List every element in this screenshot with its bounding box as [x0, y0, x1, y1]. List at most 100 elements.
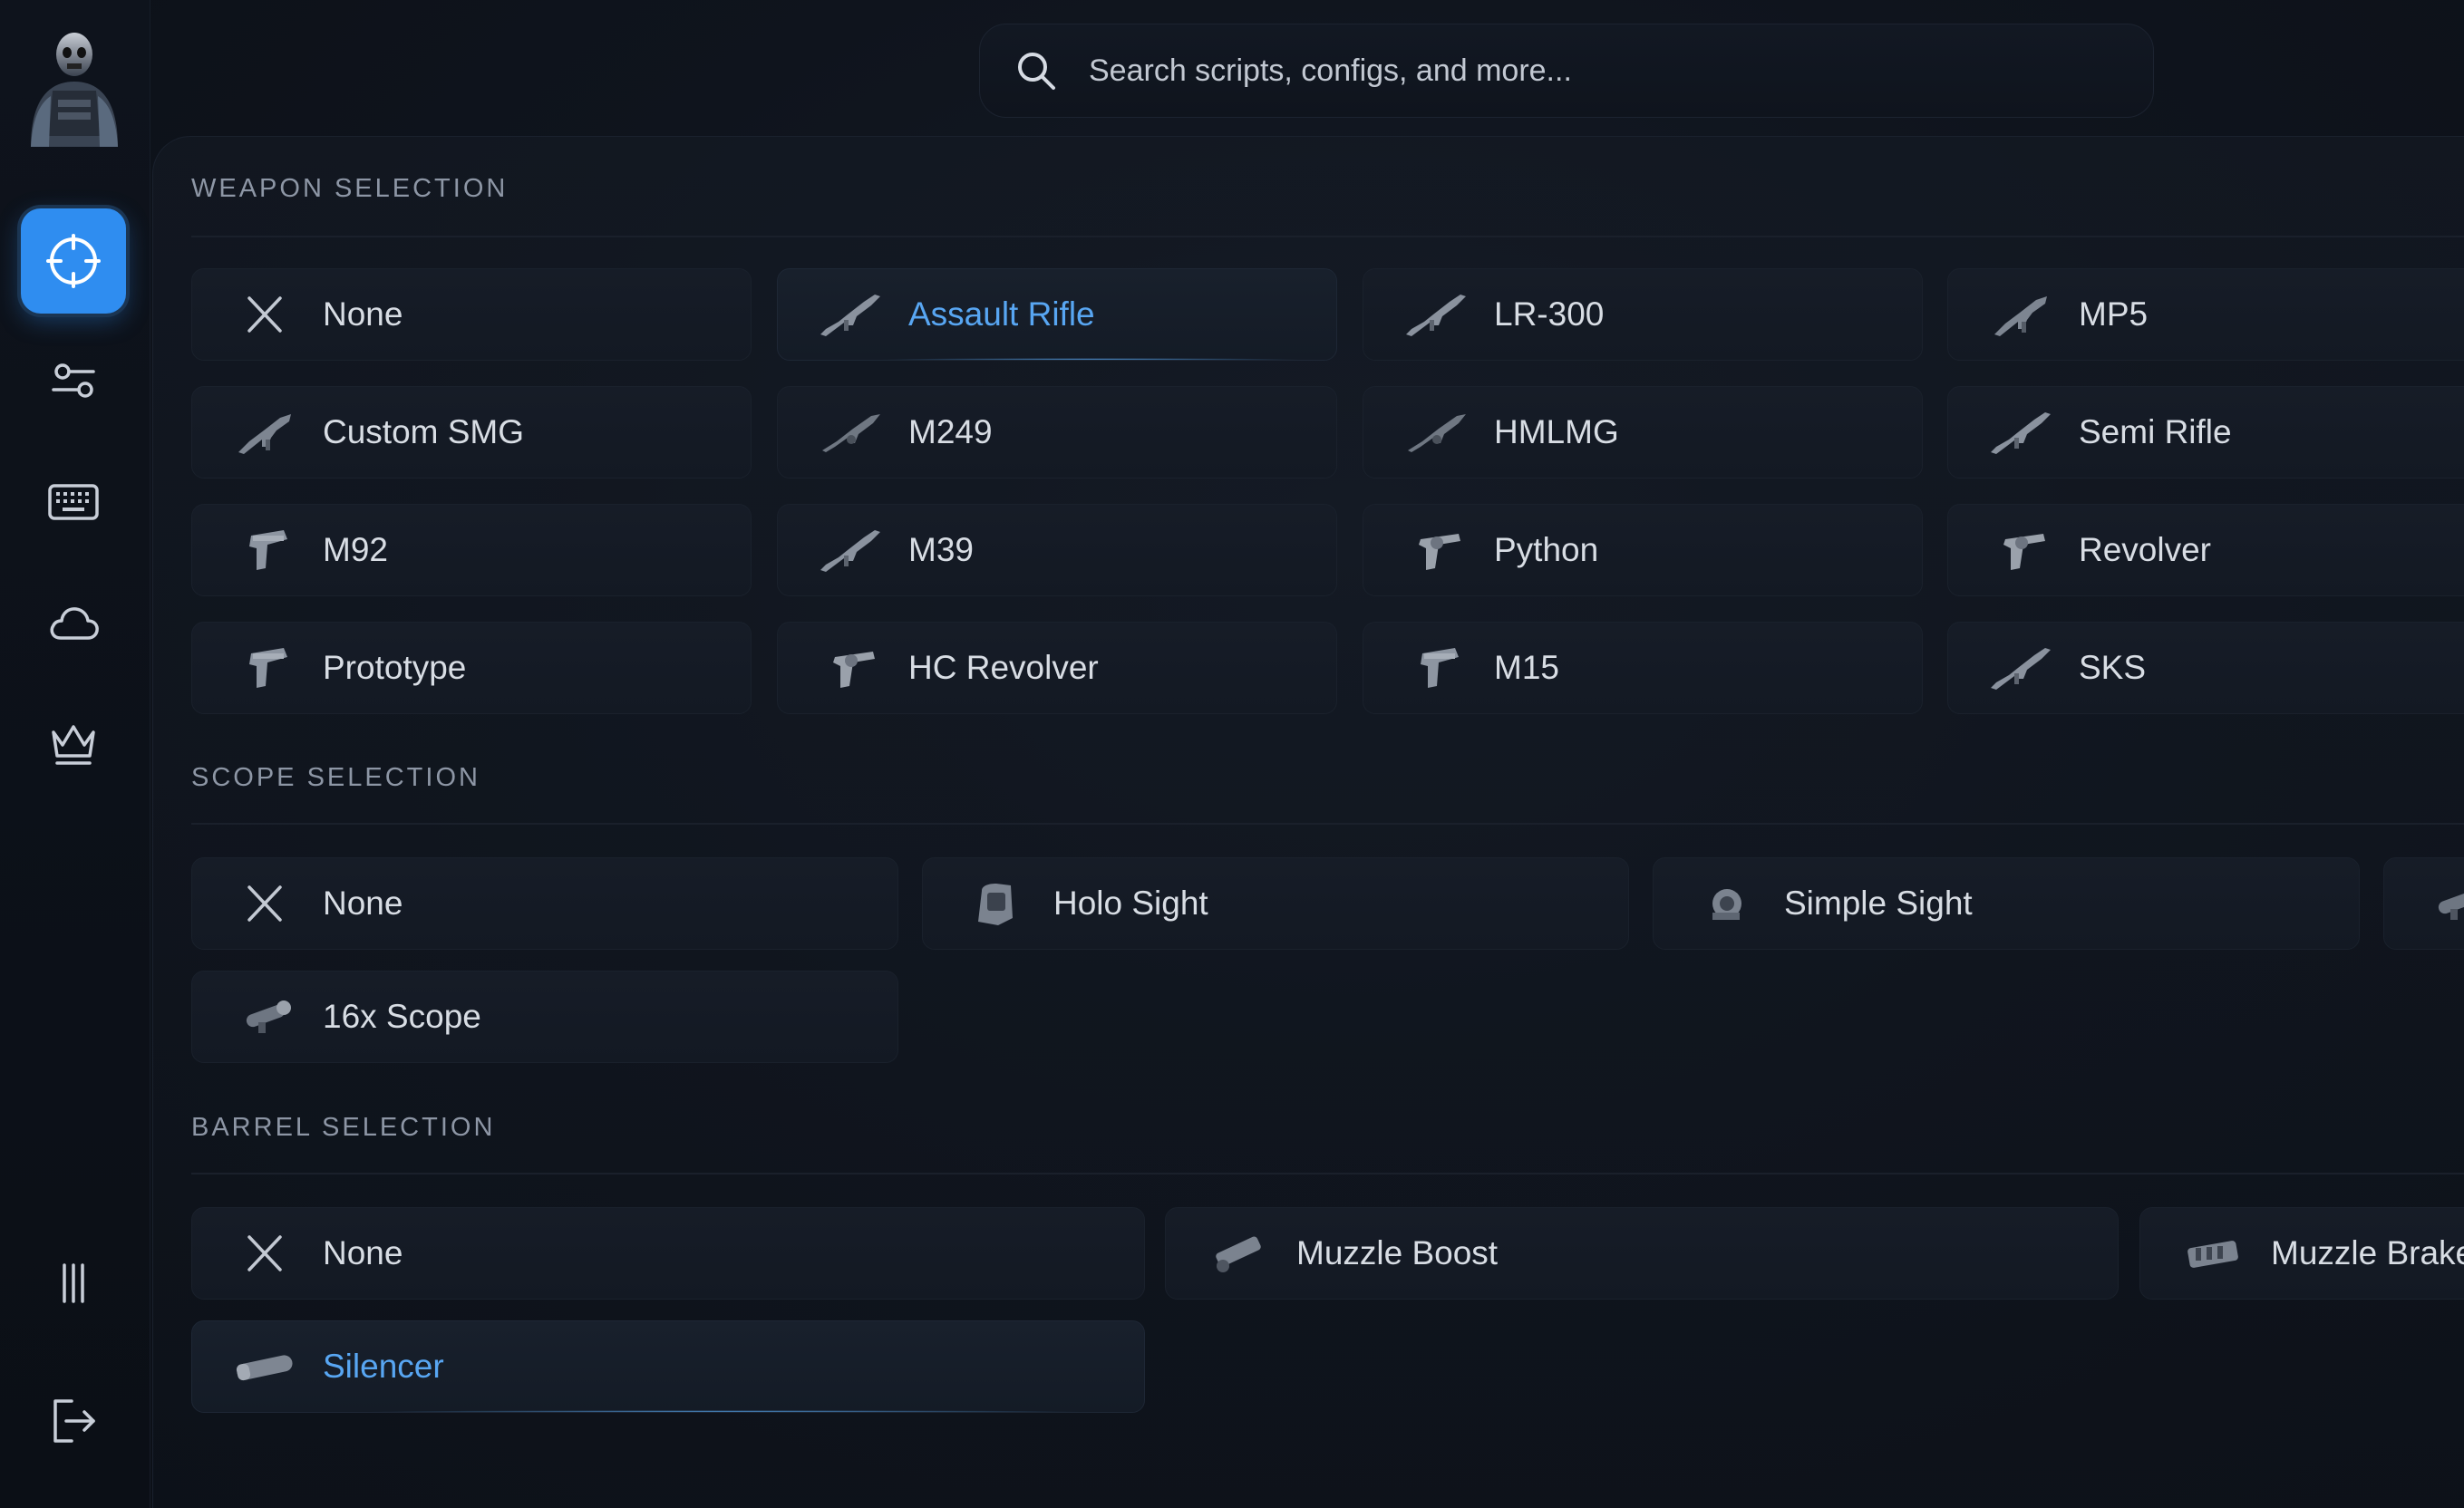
- nav-premium-button[interactable]: [21, 691, 126, 796]
- option-label: Silencer: [323, 1348, 444, 1385]
- scope-section-title: SCOPE SELECTION: [191, 763, 480, 792]
- pistol-icon: [1400, 641, 1472, 695]
- revolver-icon: [1984, 523, 2057, 577]
- close-icon: [228, 876, 301, 931]
- option-label: None: [323, 884, 403, 922]
- option-label: M39: [908, 531, 974, 568]
- sliders-icon: [52, 363, 95, 398]
- option-sks[interactable]: SKS: [1947, 622, 2464, 714]
- option-label: None: [323, 1234, 403, 1271]
- option-m92[interactable]: M92: [191, 504, 752, 596]
- option-label: Custom SMG: [323, 413, 525, 450]
- smg-icon: [228, 405, 301, 459]
- silencer-icon: [228, 1339, 301, 1394]
- option-label: Revolver: [2079, 531, 2211, 568]
- close-icon: [228, 287, 301, 342]
- option-assault-rifle[interactable]: Assault Rifle: [777, 268, 1337, 361]
- option-label: Muzzle Brake: [2271, 1234, 2464, 1271]
- option-revolver[interactable]: Revolver: [1947, 504, 2464, 596]
- muzzle-brake-icon: [2177, 1226, 2249, 1281]
- nav-aim-button[interactable]: [21, 208, 126, 314]
- option-16x-scope[interactable]: 16x Scope: [191, 971, 898, 1063]
- option-partial[interactable]: [2383, 857, 2464, 950]
- option-lr-300[interactable]: LR-300: [1363, 268, 1923, 361]
- option-none[interactable]: None: [191, 268, 752, 361]
- search-bar[interactable]: [979, 24, 2154, 118]
- divider: [191, 823, 2464, 825]
- option-label: HMLMG: [1494, 413, 1619, 450]
- revolver-icon: [1400, 523, 1472, 577]
- option-label: 16x Scope: [323, 998, 481, 1035]
- rifle-icon: [814, 287, 887, 342]
- simple-sight-icon: [1690, 876, 1762, 931]
- lmg-icon: [814, 405, 887, 459]
- option-label: M249: [908, 413, 993, 450]
- option-label: M15: [1494, 649, 1559, 686]
- option-label: Holo Sight: [1053, 884, 1208, 922]
- menu-bars-icon: [63, 1263, 84, 1303]
- weapon-section-title: WEAPON SELECTION: [191, 174, 509, 203]
- app-window: WEAPON SELECTION None Assault Rifle LR-300…: [0, 0, 2464, 1508]
- option-label: Assault Rifle: [908, 295, 1095, 333]
- close-icon: [228, 1226, 301, 1281]
- nav-settings-button[interactable]: [21, 328, 126, 433]
- nav-menu-button[interactable]: [21, 1231, 126, 1336]
- option-label: LR-300: [1494, 295, 1605, 333]
- option-label: Semi Rifle: [2079, 413, 2232, 450]
- barrel-section-title: BARREL SELECTION: [191, 1113, 496, 1142]
- option-m249[interactable]: M249: [777, 386, 1337, 478]
- option-semi-rifle[interactable]: Semi Rifle: [1947, 386, 2464, 478]
- option-m39[interactable]: M39: [777, 504, 1337, 596]
- option-custom-smg[interactable]: Custom SMG: [191, 386, 752, 478]
- rifle-icon: [1984, 405, 2057, 459]
- option-hc-revolver[interactable]: HC Revolver: [777, 622, 1337, 714]
- logout-button[interactable]: [21, 1368, 126, 1474]
- option-none[interactable]: None: [191, 857, 898, 950]
- option-muzzle-brake[interactable]: Muzzle Brake: [2139, 1207, 2464, 1300]
- cloud-icon: [50, 607, 99, 640]
- smg-icon: [1984, 287, 2057, 342]
- crown-icon: [52, 725, 95, 765]
- avatar[interactable]: [22, 27, 127, 147]
- option-simple-sight[interactable]: Simple Sight: [1653, 857, 2360, 950]
- option-label: MP5: [2079, 295, 2149, 333]
- nav-keybinds-button[interactable]: [21, 450, 126, 555]
- scope-icon: [228, 990, 301, 1044]
- option-label: Muzzle Boost: [1296, 1234, 1499, 1271]
- option-silencer[interactable]: Silencer: [191, 1320, 1145, 1413]
- rifle-icon: [1984, 641, 2057, 695]
- option-none[interactable]: None: [191, 1207, 1145, 1300]
- option-label: Simple Sight: [1784, 884, 1973, 922]
- rifle-icon: [814, 523, 887, 577]
- option-label: M92: [323, 531, 388, 568]
- pistol-icon: [228, 523, 301, 577]
- option-muzzle-boost[interactable]: Muzzle Boost: [1165, 1207, 2119, 1300]
- keyboard-icon: [48, 484, 99, 520]
- search-icon: [1018, 53, 1055, 90]
- option-label: Prototype: [323, 649, 467, 686]
- divider: [191, 1173, 2464, 1174]
- option-hmlmg[interactable]: HMLMG: [1363, 386, 1923, 478]
- search-input[interactable]: [1087, 52, 2153, 90]
- option-holo-sight[interactable]: Holo Sight: [922, 857, 1629, 950]
- lmg-icon: [1400, 405, 1472, 459]
- option-prototype[interactable]: Prototype: [191, 622, 752, 714]
- option-label: SKS: [2079, 649, 2147, 686]
- logout-icon: [53, 1399, 95, 1443]
- sidebar: [0, 0, 150, 1508]
- pistol-icon: [228, 641, 301, 695]
- rifle-icon: [1400, 287, 1472, 342]
- scope-icon: [2420, 876, 2464, 931]
- option-label: Python: [1494, 531, 1599, 568]
- divider: [191, 236, 2464, 237]
- option-python[interactable]: Python: [1363, 504, 1923, 596]
- holo-sight-icon: [959, 876, 1032, 931]
- nav-cloud-button[interactable]: [21, 571, 126, 676]
- revolver-icon: [814, 641, 887, 695]
- option-m15[interactable]: M15: [1363, 622, 1923, 714]
- option-label: HC Revolver: [908, 649, 1099, 686]
- crosshair-icon: [46, 234, 101, 288]
- option-label: None: [323, 295, 403, 333]
- option-mp5[interactable]: MP5: [1947, 268, 2464, 361]
- muzzle-boost-icon: [1202, 1226, 1275, 1281]
